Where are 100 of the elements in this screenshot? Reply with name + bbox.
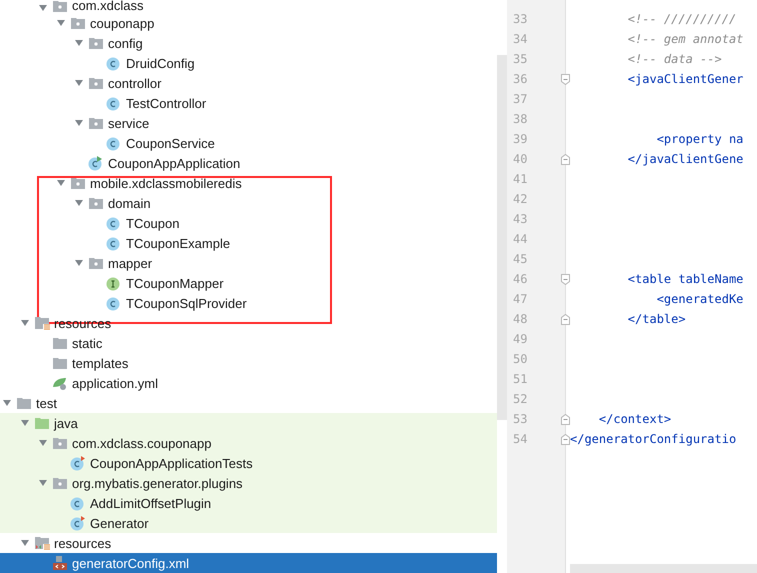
line-number: 52 [513,392,528,406]
package-icon [88,196,104,210]
tree-item-label: org.mybatis.generator.plugins [72,476,243,490]
fold-end-icon[interactable] [561,154,570,165]
line-number: 45 [513,252,528,266]
class-icon [106,95,122,111]
class-icon [70,495,86,511]
line-number: 48 [513,312,528,326]
folder-icon [52,356,68,370]
tree-item[interactable]: resources [0,533,497,553]
tree-item[interactable]: test [0,393,497,413]
interface-icon [106,275,122,291]
tree-item[interactable]: CouponAppApplicationTests [0,453,497,473]
code-line: <javaClientGener [626,72,744,86]
class-icon [106,235,122,251]
tree-item-label: application.yml [72,376,158,390]
tree-item-label: com.xdclass [72,0,144,13]
expand-arrow-icon[interactable] [74,78,84,88]
tree-item[interactable]: TCouponMapper [0,273,497,293]
tree-item-label: mobile.xdclassmobileredis [90,176,242,190]
tree-item-label: DruidConfig [126,56,195,70]
tree-item[interactable]: TestControllor [0,93,497,113]
leaf-file-icon [52,375,68,391]
expand-arrow-icon[interactable] [74,198,84,208]
expand-arrow-icon[interactable] [38,438,48,448]
tree-item[interactable]: TCouponSqlProvider [0,293,497,313]
class-icon [106,215,122,231]
expand-arrow-icon[interactable] [74,118,84,128]
expand-arrow-icon[interactable] [56,178,66,188]
tree-item-label: TCouponExample [126,236,230,250]
tree-item-label: service [108,116,150,130]
package-icon [88,256,104,270]
fold-end-icon[interactable] [561,414,570,425]
tree-item[interactable]: java [0,413,497,433]
expand-arrow-icon[interactable] [38,478,48,488]
tree-item-label: domain [108,196,151,210]
tree-item[interactable]: mapper [0,253,497,273]
tree-item[interactable]: domain [0,193,497,213]
class-icon [106,55,122,71]
tree-item[interactable]: templates [0,353,497,373]
tree-item[interactable]: com.xdclass [0,0,497,13]
package-icon [88,116,104,130]
code-line: </javaClientGene [626,152,744,166]
line-number: 53 [513,412,528,426]
line-number: 46 [513,272,528,286]
tree-item[interactable]: CouponService [0,133,497,153]
tree-item[interactable]: controllor [0,73,497,93]
expand-arrow-icon[interactable] [38,3,48,13]
tree-item[interactable]: TCouponExample [0,233,497,253]
tree-item[interactable]: TCoupon [0,213,497,233]
tree-item[interactable]: generatorConfig.xml [0,553,497,573]
fold-start-icon[interactable] [561,74,570,85]
tree-item[interactable]: DruidConfig [0,53,497,73]
tree-item[interactable]: service [0,113,497,133]
line-number: 39 [513,132,528,146]
fold-end-icon[interactable] [561,434,570,445]
expand-arrow-icon[interactable] [20,538,30,548]
tree-item[interactable]: static [0,333,497,353]
line-number: 42 [513,192,528,206]
tree-item-label: TCouponSqlProvider [126,296,247,310]
expand-arrow-icon[interactable] [74,38,84,48]
tree-item-label: TCouponMapper [126,276,224,290]
tree-item[interactable]: mobile.xdclassmobileredis [0,173,497,193]
expand-arrow-icon[interactable] [56,18,66,28]
tree-item-label: TCoupon [126,216,180,230]
code-line: </context> [598,412,672,426]
line-number: 36 [513,72,528,86]
tree-item-label: java [54,416,78,430]
expand-arrow-icon[interactable] [2,398,12,408]
tree-item[interactable]: config [0,33,497,53]
tree-item-label: static [72,336,102,350]
line-number: 38 [513,112,528,126]
tree-item[interactable]: org.mybatis.generator.plugins [0,473,497,493]
horizontal-scrollbar[interactable] [570,564,757,573]
package-icon [52,436,68,450]
tree-item[interactable]: couponapp [0,13,497,33]
expand-arrow-icon[interactable] [74,258,84,268]
tree-item-label: controllor [108,76,162,90]
expand-arrow-icon[interactable] [20,318,30,328]
line-number: 37 [513,92,528,106]
tree-item[interactable]: AddLimitOffsetPlugin [0,493,497,513]
scrollbar-thumb[interactable] [497,55,507,420]
expand-arrow-icon[interactable] [20,418,30,428]
fold-start-icon[interactable] [561,274,570,285]
tree-item[interactable]: Generator [0,513,497,533]
class-icon [106,295,122,311]
tree-item-label: generatorConfig.xml [72,556,190,570]
tree-item[interactable]: com.xdclass.couponapp [0,433,497,453]
tree-item-label: com.xdclass.couponapp [72,436,212,450]
tree-item-label: templates [72,356,128,370]
tree-item[interactable]: application.yml [0,373,497,393]
code-comment: <!-- ////////// [626,12,736,26]
package-icon [70,176,86,190]
folder-icon [34,416,50,430]
package-icon [52,476,68,490]
fold-end-icon[interactable] [561,314,570,325]
tree-item[interactable]: CouponAppApplication [0,153,497,173]
line-number: 41 [513,172,528,186]
package-icon [88,76,104,90]
tree-item-label: mapper [108,256,152,270]
